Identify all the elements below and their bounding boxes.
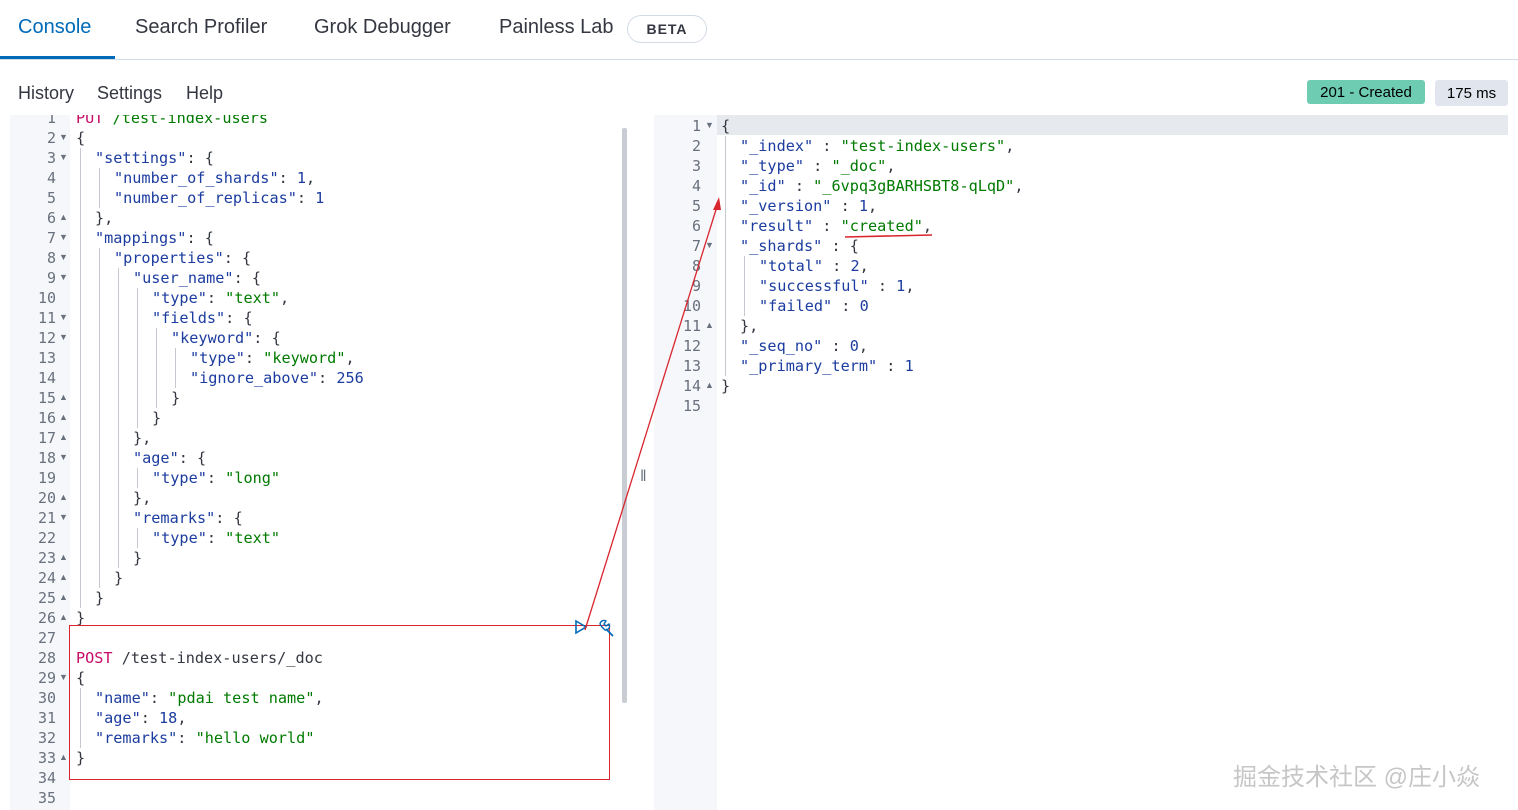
annotation-overlay [584, 197, 933, 631]
result-underline [844, 234, 933, 238]
watermark: 掘金技术社区 @庄小焱 [1233, 764, 1481, 791]
annotation-arrowhead [713, 197, 721, 210]
annotation-arrow [584, 199, 720, 631]
